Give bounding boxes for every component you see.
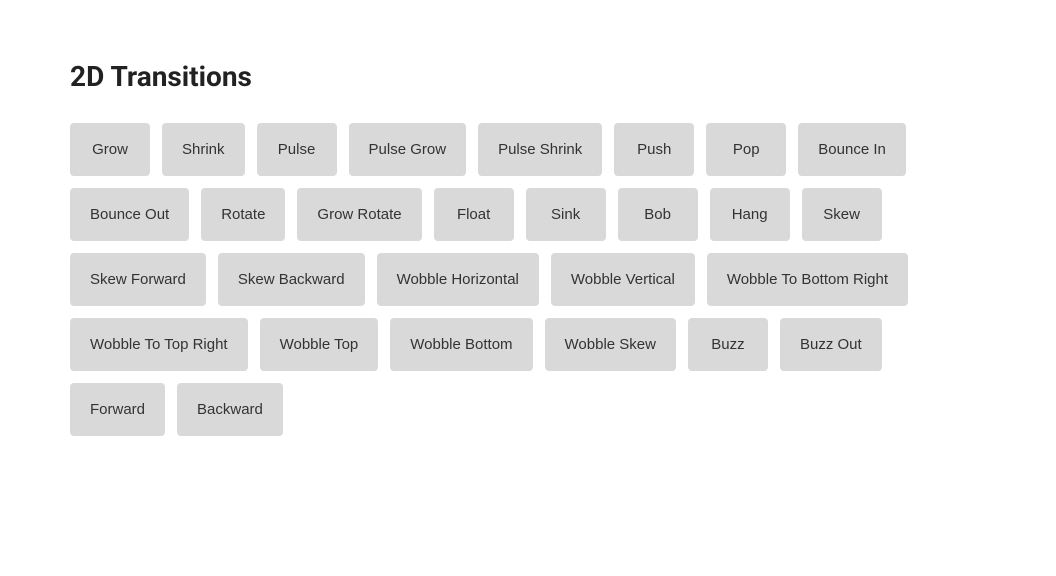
transition-button-grow[interactable]: Grow <box>70 123 150 176</box>
transition-button-pulse-grow[interactable]: Pulse Grow <box>349 123 467 176</box>
transition-button-wobble-top[interactable]: Wobble Top <box>260 318 379 371</box>
transition-button-buzz-out[interactable]: Buzz Out <box>780 318 882 371</box>
transition-button-wobble-bottom[interactable]: Wobble Bottom <box>390 318 532 371</box>
transition-button-skew-forward[interactable]: Skew Forward <box>70 253 206 306</box>
transition-button-skew[interactable]: Skew <box>802 188 882 241</box>
transition-button-grow-rotate[interactable]: Grow Rotate <box>297 188 421 241</box>
transition-button-hang[interactable]: Hang <box>710 188 790 241</box>
transition-button-pop[interactable]: Pop <box>706 123 786 176</box>
transition-button-forward[interactable]: Forward <box>70 383 165 436</box>
transition-button-wobble-horizontal[interactable]: Wobble Horizontal <box>377 253 539 306</box>
transitions-grid: GrowShrinkPulsePulse GrowPulse ShrinkPus… <box>70 123 986 436</box>
transition-button-wobble-skew[interactable]: Wobble Skew <box>545 318 676 371</box>
page-title: 2D Transitions <box>70 60 986 93</box>
transition-button-bounce-out[interactable]: Bounce Out <box>70 188 189 241</box>
transition-button-skew-backward[interactable]: Skew Backward <box>218 253 365 306</box>
transition-button-backward[interactable]: Backward <box>177 383 283 436</box>
transition-button-wobble-vertical[interactable]: Wobble Vertical <box>551 253 695 306</box>
transition-button-sink[interactable]: Sink <box>526 188 606 241</box>
transition-button-bob[interactable]: Bob <box>618 188 698 241</box>
transition-button-buzz[interactable]: Buzz <box>688 318 768 371</box>
transition-button-wobble-to-top-right[interactable]: Wobble To Top Right <box>70 318 248 371</box>
transition-button-pulse[interactable]: Pulse <box>257 123 337 176</box>
transition-button-shrink[interactable]: Shrink <box>162 123 245 176</box>
transition-button-wobble-to-bottom-right[interactable]: Wobble To Bottom Right <box>707 253 908 306</box>
transition-button-bounce-in[interactable]: Bounce In <box>798 123 906 176</box>
transition-button-push[interactable]: Push <box>614 123 694 176</box>
transition-button-float[interactable]: Float <box>434 188 514 241</box>
transition-button-pulse-shrink[interactable]: Pulse Shrink <box>478 123 602 176</box>
transition-button-rotate[interactable]: Rotate <box>201 188 285 241</box>
